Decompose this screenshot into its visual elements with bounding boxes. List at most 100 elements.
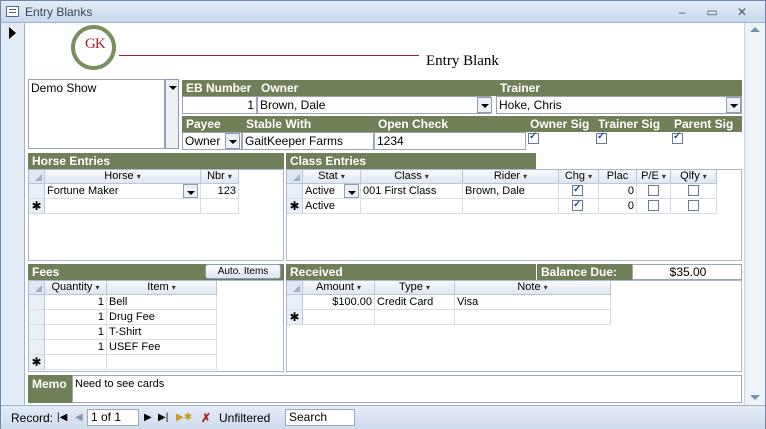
select-all-corner[interactable] [29, 170, 45, 184]
filter-status[interactable]: Unfiltered [219, 411, 270, 425]
rider-cell[interactable]: Brown, Dale [463, 184, 559, 199]
class-cell[interactable]: 001 First Class [361, 184, 463, 199]
payee-dropdown-button[interactable] [225, 133, 240, 149]
row-selector[interactable] [287, 184, 303, 199]
quantity-cell[interactable]: 1 [45, 325, 107, 340]
eb-number-field[interactable]: 1 [182, 96, 257, 114]
note-new-cell[interactable] [455, 310, 611, 325]
column-header-quantity[interactable]: Quantity ▾ [45, 281, 107, 295]
column-header-rider[interactable]: Rider ▾ [463, 170, 559, 184]
first-record-icon[interactable]: |◀ [57, 411, 67, 425]
next-record-icon[interactable]: ▶ [144, 411, 152, 425]
current-record-field[interactable]: 1 of 1 [87, 409, 139, 426]
memo-field[interactable]: Need to see cards [72, 375, 742, 403]
amount-cell[interactable]: $100.00 [303, 295, 375, 310]
row-selector[interactable] [287, 295, 303, 310]
last-record-icon[interactable]: ▶| [158, 411, 168, 425]
column-header-nbr[interactable]: Nbr ▾ [201, 170, 239, 184]
row-selector[interactable] [29, 310, 45, 325]
pe-cell[interactable] [637, 184, 671, 199]
stable-with-field[interactable]: GaitKeeper Farms [242, 132, 374, 150]
nbr-new-cell[interactable] [201, 199, 239, 214]
column-header-stat[interactable]: Stat ▾ [303, 170, 361, 184]
qlfy-checkbox[interactable] [688, 185, 699, 196]
show-dropdown-button[interactable] [165, 79, 179, 149]
pe-new-cell[interactable] [637, 199, 671, 214]
column-header-class[interactable]: Class ▾ [361, 170, 463, 184]
restore-button[interactable]: ▭ [701, 4, 723, 20]
column-header-pe[interactable]: P/E ▾ [637, 170, 671, 184]
column-header-plac[interactable]: Plac [599, 170, 637, 184]
pe-checkbox[interactable] [648, 200, 659, 211]
plac-new-cell[interactable]: 0 [599, 199, 637, 214]
trainer-field[interactable]: Hoke, Chris [496, 96, 742, 114]
column-header-qlfy[interactable]: Qlfy ▾ [671, 170, 717, 184]
vertical-scrollbar[interactable] [744, 23, 765, 405]
chg-cell[interactable] [559, 184, 599, 199]
quantity-new-cell[interactable] [45, 355, 107, 370]
close-button[interactable]: ✕ [731, 4, 753, 20]
quantity-cell[interactable]: 1 [45, 295, 107, 310]
qlfy-checkbox[interactable] [688, 200, 699, 211]
scroll-down-icon[interactable] [750, 395, 760, 400]
column-header-item[interactable]: Item ▾ [107, 281, 217, 295]
type-cell[interactable]: Credit Card [375, 295, 455, 310]
auto-items-button[interactable]: Auto. Items [205, 264, 281, 279]
quantity-cell[interactable]: 1 [45, 340, 107, 355]
new-row-marker[interactable]: ✱ [287, 310, 303, 325]
stat-dropdown-button[interactable] [344, 184, 359, 198]
quantity-cell[interactable]: 1 [45, 310, 107, 325]
pe-checkbox[interactable] [648, 185, 659, 196]
item-new-cell[interactable] [107, 355, 217, 370]
qlfy-cell[interactable] [671, 184, 717, 199]
plac-cell[interactable]: 0 [599, 184, 637, 199]
select-all-corner[interactable] [29, 281, 45, 295]
show-field[interactable]: Demo Show [28, 79, 165, 149]
column-header-amount[interactable]: Amount ▾ [303, 281, 375, 295]
chg-new-cell[interactable] [559, 199, 599, 214]
column-header-note[interactable]: Note ▾ [455, 281, 611, 295]
qlfy-new-cell[interactable] [671, 199, 717, 214]
open-check-field[interactable]: 1234 [374, 132, 526, 150]
column-header-horse[interactable]: Horse ▾ [45, 170, 201, 184]
minimize-button[interactable]: – [671, 4, 693, 20]
owner-sig-checkbox[interactable] [528, 131, 539, 144]
previous-record-icon[interactable]: ◀ [75, 411, 83, 425]
column-header-type[interactable]: Type ▾ [375, 281, 455, 295]
item-cell[interactable]: Bell [107, 295, 217, 310]
item-cell[interactable]: USEF Fee [107, 340, 217, 355]
horse-new-cell[interactable] [45, 199, 201, 214]
trainer-dropdown-button[interactable] [726, 97, 741, 113]
filter-icon[interactable]: ✗ [201, 411, 211, 425]
select-all-corner[interactable] [287, 281, 303, 295]
stat-new-cell[interactable]: Active [303, 199, 361, 214]
note-cell[interactable]: Visa [455, 295, 611, 310]
select-all-corner[interactable] [287, 170, 303, 184]
record-selector[interactable] [1, 23, 25, 405]
column-header-chg[interactable]: Chg ▾ [559, 170, 599, 184]
trainer-sig-checkbox[interactable] [596, 131, 607, 144]
item-cell[interactable]: Drug Fee [107, 310, 217, 325]
amount-new-cell[interactable] [303, 310, 375, 325]
chg-checkbox[interactable] [572, 184, 583, 197]
owner-dropdown-button[interactable] [477, 97, 492, 113]
horse-cell[interactable]: Fortune Maker [45, 184, 201, 199]
new-row-marker[interactable]: ✱ [29, 199, 45, 214]
chg-checkbox[interactable] [572, 199, 583, 212]
new-row-marker[interactable]: ✱ [29, 355, 45, 370]
item-cell[interactable]: T-Shirt [107, 325, 217, 340]
type-new-cell[interactable] [375, 310, 455, 325]
row-selector[interactable] [29, 184, 45, 199]
horse-dropdown-button[interactable] [183, 184, 198, 198]
row-selector[interactable] [29, 295, 45, 310]
row-selector[interactable] [29, 325, 45, 340]
scroll-up-icon[interactable] [750, 27, 760, 32]
parent-sig-checkbox[interactable] [672, 131, 683, 144]
nbr-cell[interactable]: 123 [201, 184, 239, 199]
class-new-cell[interactable] [361, 199, 463, 214]
search-input[interactable]: Search [285, 409, 355, 426]
owner-field[interactable]: Brown, Dale [257, 96, 491, 114]
row-selector[interactable] [29, 340, 45, 355]
rider-new-cell[interactable] [463, 199, 559, 214]
new-row-marker[interactable]: ✱ [287, 199, 303, 214]
